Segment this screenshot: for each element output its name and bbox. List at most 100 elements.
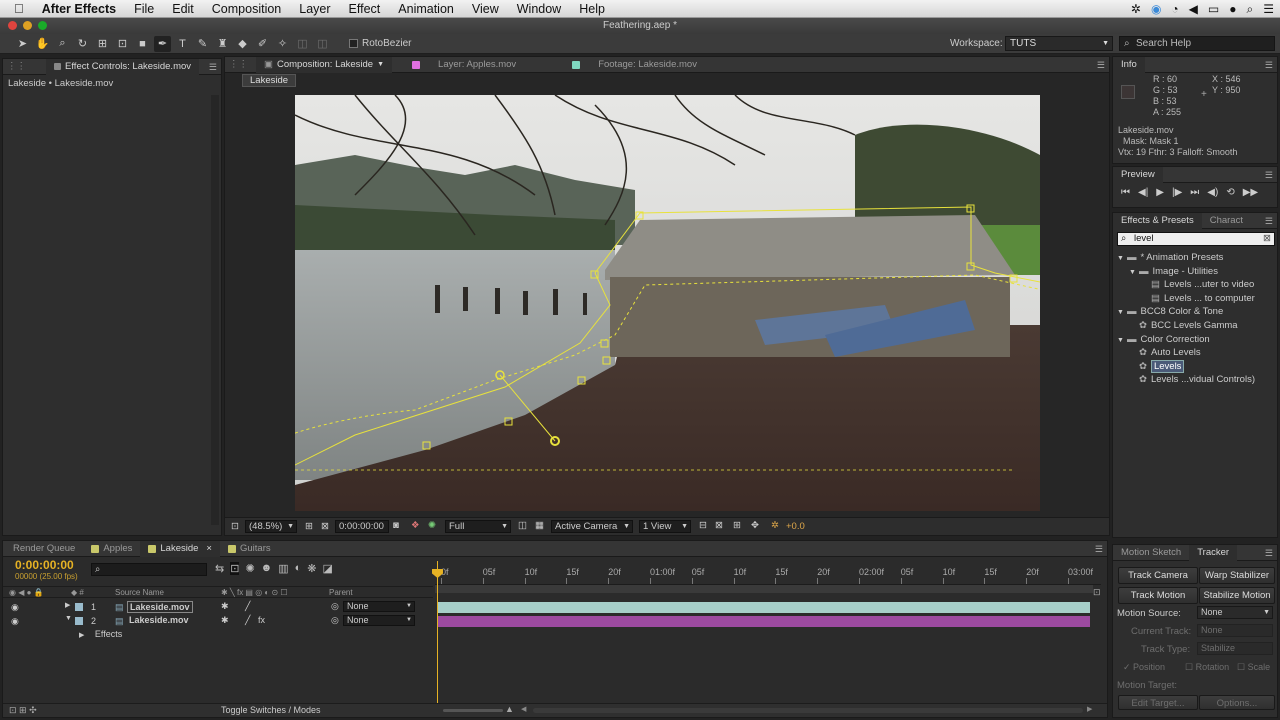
pick-whip-icon[interactable]: ◎ — [331, 615, 339, 626]
options-button[interactable]: Options... — [1199, 695, 1275, 710]
safe-zones-icon[interactable]: ⊞ — [305, 521, 313, 532]
battery-icon[interactable]: ▭ — [1208, 2, 1219, 16]
draft-3d-icon[interactable]: ✺ — [245, 562, 254, 575]
tab-info[interactable]: Info — [1113, 56, 1145, 73]
label-color-swatch[interactable] — [75, 617, 83, 625]
previous-frame-icon[interactable]: ◀︎| — [1138, 187, 1148, 198]
motion-blur-icon[interactable]: ◐ — [295, 562, 302, 575]
workspace-dropdown[interactable]: TUTS ▼ — [1005, 36, 1113, 51]
effects-tree-item[interactable]: ▼ ▬ Color Correction — [1117, 333, 1277, 346]
rotation-checkbox[interactable]: ☐ Rotation — [1185, 662, 1229, 673]
clear-search-icon[interactable]: ⊠ — [1263, 233, 1271, 245]
gear-icon[interactable]: ✲ — [1131, 2, 1141, 16]
wifi-icon[interactable]: ◔ — [1171, 2, 1178, 16]
composition-flow-breadcrumb[interactable]: Lakeside — [242, 74, 297, 87]
menu-file[interactable]: File — [125, 2, 163, 16]
menu-animation[interactable]: Animation — [389, 2, 463, 16]
list-icon[interactable]: ☰ — [1263, 2, 1274, 16]
menu-help[interactable]: Help — [570, 2, 614, 16]
expand-arrow-icon[interactable]: ▼ — [1117, 306, 1127, 319]
quality-switch-icon[interactable]: ╱ — [245, 601, 250, 612]
play-icon[interactable]: ▶ — [1156, 187, 1164, 198]
menu-layer[interactable]: Layer — [290, 2, 339, 16]
menu-edit[interactable]: Edit — [163, 2, 203, 16]
last-frame-icon[interactable]: ⏭ — [1190, 187, 1199, 198]
effects-switch-icon[interactable]: fx — [258, 615, 265, 625]
expand-arrow-icon[interactable]: ▼ — [1117, 252, 1127, 265]
tab-tracker[interactable]: Tracker — [1189, 544, 1238, 561]
audio-icon[interactable]: ◀︎) — [1207, 187, 1218, 198]
mask-visibility-icon[interactable]: ⊠ — [321, 521, 329, 532]
tab-motion-sketch[interactable]: Motion Sketch — [1113, 545, 1189, 561]
menu-app-name[interactable]: After Effects — [33, 2, 125, 16]
close-tab-icon[interactable]: × — [206, 541, 212, 557]
parent-dropdown[interactable]: None ▼ — [343, 615, 415, 626]
eraser-tool-icon[interactable]: ◆ — [234, 36, 251, 52]
graph-editor-icon[interactable]: ◪ — [323, 562, 333, 575]
color-management-icon[interactable]: ✺ — [428, 520, 436, 531]
panel-menu-icon[interactable]: ☰ — [1095, 544, 1103, 555]
axis-world-icon[interactable]: ◫ — [314, 36, 331, 52]
comp-mini-flowchart-icon[interactable]: ⇆ — [215, 562, 224, 575]
sync-icon[interactable]: ◉ — [1151, 2, 1161, 16]
flowchart-icon[interactable]: ✥ — [751, 520, 759, 531]
brush-tool-icon[interactable]: ✎ — [194, 36, 211, 52]
effects-tree-item[interactable]: ✿ BCC Levels Gamma — [1129, 319, 1277, 332]
effects-tree-item[interactable]: ▤ Levels ... to computer — [1141, 292, 1277, 305]
timeline-search-input[interactable]: ⌕ — [91, 563, 207, 576]
comp-button-icon[interactable]: ⊡ — [1093, 587, 1101, 598]
type-tool-icon[interactable]: T — [174, 36, 191, 52]
collapse-switch-icon[interactable]: ✱ — [221, 615, 229, 626]
menu-window[interactable]: Window — [508, 2, 570, 16]
warp-stabilizer-button[interactable]: Warp Stabilizer — [1199, 567, 1275, 584]
expand-arrow-icon[interactable]: ▶ — [65, 601, 70, 609]
view-layout-dropdown[interactable]: 1 View ▼ — [639, 520, 691, 533]
expand-arrow-icon[interactable]: ▶ — [79, 632, 84, 639]
menu-composition[interactable]: Composition — [203, 2, 290, 16]
quality-switch-icon[interactable]: ╱ — [245, 615, 250, 626]
panel-menu-icon[interactable]: ☰ — [209, 62, 217, 73]
effects-tree-item[interactable]: ▤ Levels ...uter to video — [1141, 278, 1277, 291]
tab-preview[interactable]: Preview — [1113, 166, 1163, 183]
effects-search-input[interactable]: ⌕ level ⊠ — [1117, 232, 1275, 246]
spotlight-search-icon[interactable]: ⌕ — [1247, 2, 1254, 17]
time-ruler[interactable]: 0f 05f 10f 15f 20f 01:00f 05f 10f 15f 20f 02:00f 05… — [435, 561, 1101, 585]
first-frame-icon[interactable]: ⏮ — [1121, 187, 1130, 198]
expand-arrow-icon[interactable]: ▼ — [1117, 334, 1127, 347]
zoom-tool-icon[interactable]: ⌕ — [54, 36, 71, 52]
timeline-timecode[interactable]: 0:00:00:00 — [15, 558, 74, 572]
parent-header[interactable]: Parent — [329, 588, 353, 597]
panel-menu-icon[interactable]: ☰ — [1097, 60, 1105, 71]
region-of-interest-icon[interactable]: ◫ — [518, 520, 527, 531]
scroll-left-icon[interactable]: ◀ — [521, 705, 526, 713]
panel-menu-icon[interactable]: ☰ — [1265, 216, 1273, 227]
hand-tool-icon[interactable]: ✋ — [34, 36, 51, 52]
current-track-dropdown[interactable]: None — [1197, 624, 1273, 637]
magnification-dropdown[interactable]: (48.5%) ▼ — [245, 520, 297, 533]
snapshot-icon[interactable]: ◙ — [393, 520, 399, 531]
tab-render-queue[interactable]: Render Queue — [5, 541, 83, 557]
panel-menu-icon[interactable]: ☰ — [1265, 548, 1273, 559]
apple-icon[interactable]:  — [0, 1, 33, 16]
close-window-button[interactable] — [8, 21, 17, 30]
tab-lakeside[interactable]: Lakeside × — [140, 540, 220, 557]
layer-duration-bar[interactable] — [438, 602, 1090, 613]
expand-arrow-icon[interactable]: ▼ — [1129, 266, 1139, 279]
layer-name[interactable]: Lakeside.mov — [127, 615, 191, 625]
selection-tool-icon[interactable]: ➤ — [14, 36, 31, 52]
timeline-horizontal-scrollbar[interactable] — [533, 708, 1083, 713]
rotate-tool-icon[interactable]: ↻ — [74, 36, 91, 52]
tab-character[interactable]: Charact — [1202, 213, 1251, 229]
edit-target-button[interactable]: Edit Target... — [1118, 695, 1198, 710]
minimize-window-button[interactable] — [23, 21, 32, 30]
menu-view[interactable]: View — [463, 2, 508, 16]
menu-effect[interactable]: Effect — [340, 2, 390, 16]
tab-guitars[interactable]: Guitars — [220, 541, 279, 557]
tab-apples[interactable]: Apples — [83, 541, 140, 557]
layer-switches-pane-icon[interactable]: ⊡ ⊞ ✣ — [9, 705, 37, 716]
source-name-header[interactable]: Source Name — [115, 588, 164, 597]
pan-behind-tool-icon[interactable]: ⊡ — [114, 36, 131, 52]
panel-menu-icon[interactable]: ☰ — [1265, 170, 1273, 181]
camera-dropdown[interactable]: Active Camera ▼ — [551, 520, 633, 533]
transparency-grid-icon[interactable]: ▦ — [535, 520, 544, 531]
